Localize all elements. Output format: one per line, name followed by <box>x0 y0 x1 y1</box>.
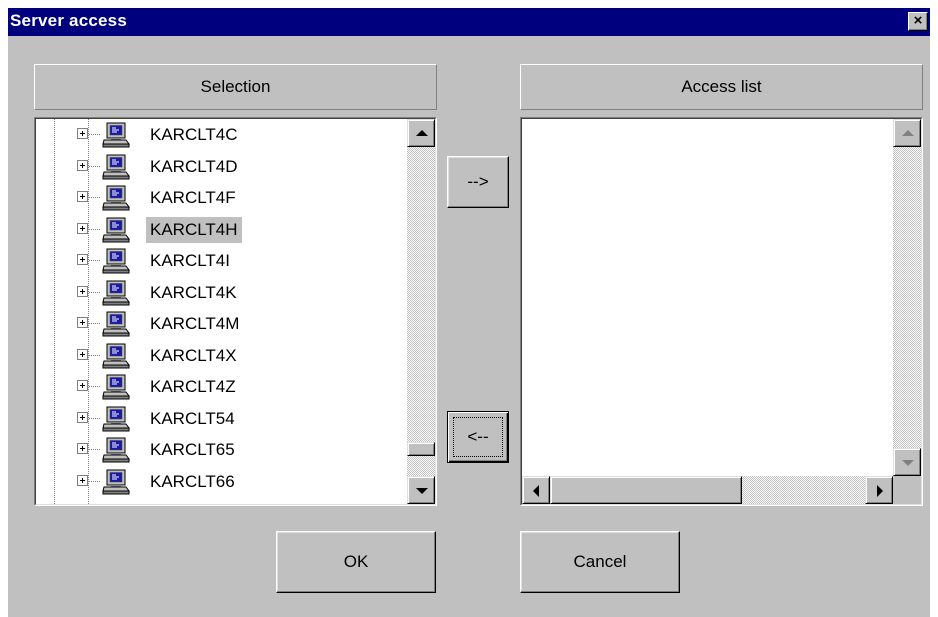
plus-expander-icon[interactable] <box>77 380 88 391</box>
tree-item-label: KARCLT4H <box>146 216 242 243</box>
plus-expander-icon[interactable] <box>77 254 88 265</box>
plus-expander-icon[interactable] <box>77 128 88 139</box>
access-list-scroll-right-button[interactable] <box>865 476 893 504</box>
computer-icon <box>102 185 130 211</box>
tree-connector-line <box>89 417 101 419</box>
ok-button[interactable]: OK <box>276 531 436 593</box>
tree-connector-line <box>89 323 101 324</box>
computer-icon <box>102 311 130 337</box>
scroll-left-arrow-icon <box>533 485 539 497</box>
title-bar[interactable]: Server access × <box>8 8 930 36</box>
computer-icon <box>102 217 130 243</box>
access-list-header-label: Access list <box>681 77 762 96</box>
computer-icon <box>102 469 130 495</box>
plus-expander-icon[interactable] <box>77 285 88 297</box>
selection-tree-items: KARCLT4C KARCLT4D KARCLT4F KARCLT4H KARCLT4I… <box>36 119 407 504</box>
tree-item[interactable]: KARCLT65 <box>36 435 407 465</box>
tree-item-label: KARCLT4K <box>150 282 237 302</box>
plus-expander-icon[interactable] <box>77 348 88 360</box>
computer-icon <box>102 154 130 180</box>
tree-connector-line <box>89 480 101 482</box>
tree-item-label: KARCLT4I <box>150 251 230 270</box>
access-list-header: Access list <box>520 64 923 110</box>
selection-vertical-scrollbar[interactable] <box>407 119 435 504</box>
selection-header: Selection <box>34 64 437 110</box>
access-list-horizontal-scrollbar[interactable] <box>522 476 893 504</box>
scrollbar-corner <box>893 476 921 504</box>
tree-item-label: KARCLT65 <box>150 440 235 459</box>
tree-item-label: KARCLT66 <box>150 471 235 491</box>
tree-item[interactable]: KARCLT4F <box>36 183 407 213</box>
window-title: Server access <box>10 11 127 30</box>
close-icon: × <box>913 12 923 29</box>
computer-icon <box>102 343 130 369</box>
tree-item[interactable]: KARCLT4M <box>36 309 407 339</box>
tree-connector-line <box>89 134 101 135</box>
tree-item[interactable]: KARCLT4X <box>36 341 407 371</box>
ok-button-label: OK <box>343 552 369 571</box>
cancel-button[interactable]: Cancel <box>520 531 680 593</box>
scroll-up-arrow-icon <box>416 130 428 136</box>
tree-connector-line <box>89 449 101 450</box>
tree-connector-line <box>89 354 101 356</box>
access-list-vertical-scrollbar[interactable] <box>893 119 921 476</box>
computer-icon <box>102 437 130 463</box>
computer-icon <box>102 406 130 432</box>
access-list-vscroll-track[interactable] <box>893 119 921 476</box>
tree-item[interactable]: KARCLT4D <box>36 152 407 182</box>
scroll-right-arrow-icon <box>877 485 883 497</box>
server-access-dialog: Server access × Selection KARCLT4C KARCLT… <box>8 8 930 617</box>
tree-item-label: KARCLT4F <box>150 188 236 207</box>
tree-item-label: KARCLT4Z <box>150 377 236 396</box>
tree-item-label: KARCLT4D <box>150 156 238 176</box>
tree-item-label: KARCLT54 <box>150 408 235 428</box>
tree-item[interactable]: KARCLT4C <box>36 120 407 150</box>
selection-scroll-up-button[interactable] <box>407 119 435 147</box>
tree-connector-line <box>89 165 101 167</box>
access-list-box[interactable] <box>520 117 923 506</box>
tree-item[interactable]: KARCLT4H <box>36 215 407 245</box>
plus-expander-icon[interactable] <box>77 191 88 202</box>
access-list-scroll-down-button[interactable] <box>893 448 921 476</box>
access-list-scroll-up-button[interactable] <box>893 119 921 147</box>
tree-item-label: KARCLT4M <box>150 314 240 333</box>
plus-expander-icon[interactable] <box>77 474 88 486</box>
add-to-access-list-button[interactable]: --> <box>447 156 509 208</box>
scroll-down-arrow-icon <box>416 488 428 494</box>
plus-expander-icon[interactable] <box>77 222 88 234</box>
tree-connector-line <box>89 386 101 387</box>
plus-expander-icon[interactable] <box>77 317 88 328</box>
tree-item[interactable]: KARCLT54 <box>36 404 407 434</box>
selection-scroll-thumb[interactable] <box>407 441 435 456</box>
tree-connector-line <box>89 291 101 293</box>
tree-item-label: KARCLT4X <box>150 345 237 365</box>
selection-tree[interactable]: KARCLT4C KARCLT4D KARCLT4F KARCLT4H KARCLT4I… <box>34 117 437 506</box>
scroll-down-arrow-icon <box>902 460 914 466</box>
add-button-label: --> <box>467 172 489 191</box>
tree-item[interactable]: KARCLT4Z <box>36 372 407 402</box>
cancel-button-label: Cancel <box>573 552 627 571</box>
plus-expander-icon[interactable] <box>77 411 88 423</box>
close-button[interactable]: × <box>908 12 928 31</box>
tree-item[interactable]: KARCLT4K <box>36 278 407 308</box>
plus-expander-icon[interactable] <box>77 159 88 171</box>
computer-icon <box>102 248 130 274</box>
tree-item[interactable]: KARCLT66 <box>36 467 407 497</box>
remove-from-access-list-button[interactable]: <-- <box>447 411 509 463</box>
tree-connector-line <box>89 228 101 230</box>
plus-expander-icon[interactable] <box>77 443 88 454</box>
access-list-hscroll-thumb[interactable] <box>550 476 742 504</box>
access-list-scroll-left-button[interactable] <box>522 476 550 504</box>
tree-item[interactable]: KARCLT4I <box>36 246 407 276</box>
tree-connector-line <box>89 260 101 261</box>
computer-icon <box>102 122 130 148</box>
tree-item-label: KARCLT4C <box>150 125 238 144</box>
scroll-up-arrow-icon <box>902 130 914 136</box>
selection-scroll-down-button[interactable] <box>407 476 435 504</box>
selection-header-label: Selection <box>200 77 271 96</box>
computer-icon <box>102 280 130 306</box>
tree-connector-line <box>89 197 101 198</box>
computer-icon <box>102 374 130 400</box>
remove-button-label: <-- <box>467 427 489 446</box>
